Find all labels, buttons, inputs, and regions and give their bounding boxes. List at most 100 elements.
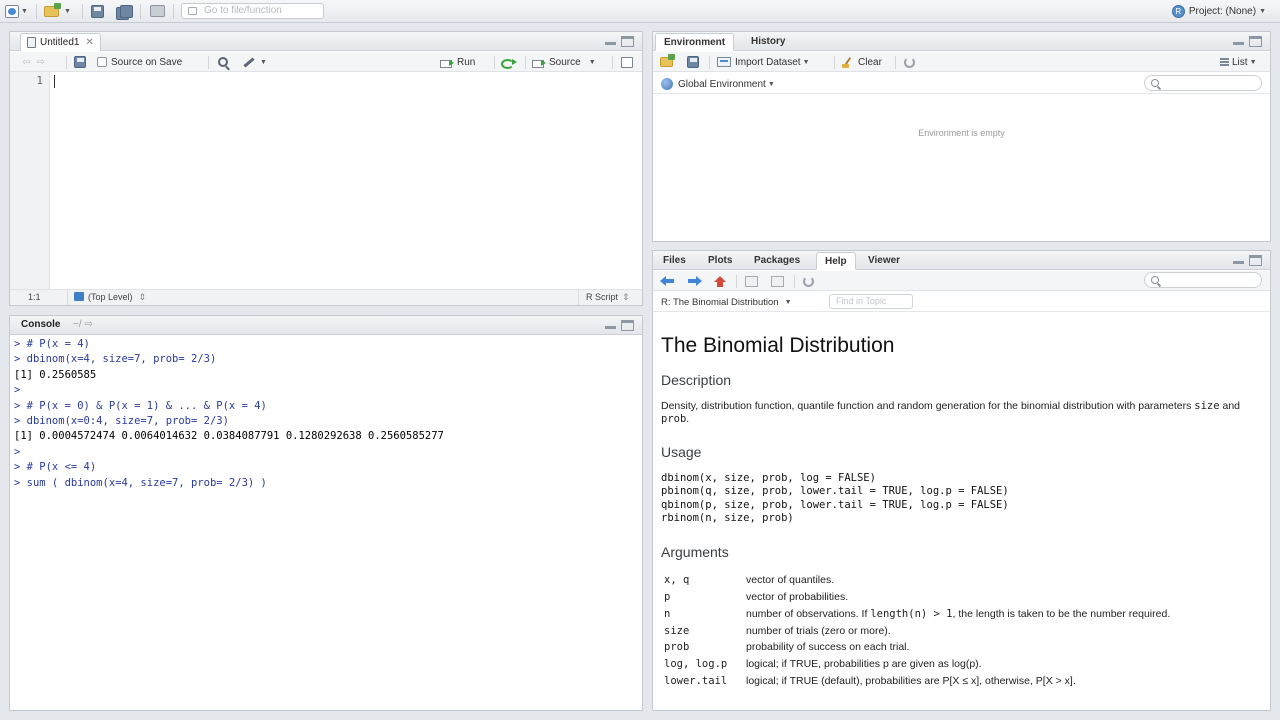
argument-row: x, q vector of quantiles. [661, 574, 1170, 591]
source-label: Source [549, 56, 581, 68]
list-icon [1220, 58, 1229, 66]
project-label: Project: (None) [1188, 5, 1257, 17]
cursor-position: 1:1 [28, 292, 41, 302]
tab-help[interactable]: Help [816, 252, 856, 270]
tab-files[interactable]: Files [655, 252, 694, 270]
argument-desc: vector of probabilities. [746, 590, 849, 603]
toolbar-divider [66, 56, 67, 69]
back-forward-buttons[interactable]: ⇦ ⇨ [22, 55, 45, 69]
tab-history[interactable]: History [743, 33, 793, 51]
refresh-help-button[interactable] [803, 274, 814, 288]
tab-environment[interactable]: Environment [655, 33, 735, 51]
scope-label: (Top Level) [88, 292, 133, 302]
open-file-button[interactable]: ▼ [44, 2, 71, 19]
save-workspace-button[interactable] [687, 55, 699, 69]
help-search-input[interactable] [1144, 272, 1262, 288]
minimize-pane-button[interactable] [604, 36, 617, 46]
working-dir-label: ~/ [73, 319, 82, 330]
source-on-save-checkbox[interactable]: Source on Save [97, 55, 182, 69]
toolbar-divider [208, 56, 209, 69]
argument-desc-part: , the length is taken to be the number r… [952, 607, 1171, 620]
project-icon: R [1171, 4, 1185, 18]
maximize-pane-button[interactable] [1249, 36, 1262, 47]
refresh-button[interactable] [904, 55, 915, 69]
source-icon [532, 58, 546, 68]
console-pane: Console ~/ ⇨ > # P(x = 4) > dbinom(x=4, s… [9, 315, 643, 711]
editor-status-bar: 1:1 (Top Level) ⇕ R Script ⇕ [10, 289, 642, 305]
search-icon [1151, 79, 1159, 87]
run-button[interactable]: Run [440, 55, 475, 69]
code-tools-button[interactable]: ▼ [243, 55, 267, 69]
project-menu[interactable]: R Project: (None) ▼ [1171, 3, 1266, 19]
rerun-button[interactable] [501, 55, 517, 69]
description-heading: Description [661, 372, 732, 388]
find-replace-button[interactable] [218, 55, 228, 69]
environment-search-input[interactable] [1144, 75, 1262, 91]
view-mode-button[interactable]: List ▼ [1220, 55, 1257, 69]
argument-desc: probability of success on each trial. [746, 641, 910, 654]
maximize-pane-button[interactable] [621, 36, 634, 47]
goto-file-function-input[interactable]: Go to file/function [181, 3, 324, 19]
file-type-label: R Script [586, 292, 619, 302]
save-button[interactable] [91, 3, 104, 19]
console-output[interactable]: > # P(x = 4) > dbinom(x=4, size=7, prob= … [14, 337, 638, 710]
argument-row: prob probability of success on each trial… [661, 641, 1170, 658]
back-arrow-icon: ⇦ [22, 56, 31, 68]
source-toolbar: ⇦ ⇨ Source on Save ▼ Run Source ▼ [10, 52, 642, 72]
help-topic-dropdown[interactable]: R: The Binomial Distribution ▼ [661, 295, 792, 309]
minimize-pane-button[interactable] [1232, 255, 1245, 265]
tab-untitled1[interactable]: Untitled1 ✕ [20, 33, 101, 51]
new-file-icon [5, 4, 19, 18]
save-all-icon [116, 4, 133, 20]
console-input-line: > # P(x = 4) [14, 338, 90, 350]
load-workspace-button[interactable] [660, 54, 675, 69]
globe-icon [661, 78, 673, 90]
maximize-pane-button[interactable] [1249, 255, 1262, 266]
console-input-line: > # P(x <= 4) [14, 461, 97, 474]
line-number: 1 [36, 74, 43, 87]
help-home-button[interactable] [714, 274, 726, 288]
minimize-pane-button[interactable] [1232, 36, 1245, 46]
help-back-button[interactable] [660, 274, 675, 288]
console-input-line: > # P(x = 0) & P(x = 1) & ... & P(x = 4) [14, 399, 267, 412]
new-file-button[interactable]: ▼ [5, 3, 28, 19]
source-on-save-label: Source on Save [111, 56, 183, 68]
print-help-button[interactable] [745, 274, 758, 288]
print-button[interactable] [150, 3, 165, 19]
code-editor[interactable]: 1 [10, 72, 642, 289]
console-working-dir: ~/ ⇨ [73, 319, 93, 330]
updown-icon: ⇕ [622, 292, 630, 302]
help-forward-button[interactable] [687, 274, 702, 288]
console-input-line: > sum ( dbinom(x=4, size=7, prob= 2/3) ) [14, 476, 267, 489]
argument-desc: number of trials (zero or more). [746, 624, 891, 637]
description-text: Density, distribution function, quantile… [661, 400, 1270, 426]
maximize-pane-button[interactable] [621, 320, 634, 331]
help-title: The Binomial Distribution [661, 334, 895, 357]
environment-scope-dropdown[interactable]: Global Environment ▼ [661, 77, 775, 91]
toolbar-divider [36, 4, 37, 19]
toolbar-divider [82, 4, 83, 19]
new-window-icon [771, 275, 784, 287]
line-number-gutter: 1 [10, 72, 50, 289]
scope-selector[interactable]: (Top Level) ⇕ [74, 292, 146, 303]
environment-toolbar: Import Dataset ▼ Clear List ▼ [653, 52, 1270, 72]
file-type-selector[interactable]: R Script ⇕ [586, 292, 630, 303]
source-button[interactable]: Source ▼ [532, 55, 596, 69]
import-dataset-button[interactable]: Import Dataset ▼ [717, 55, 810, 69]
close-icon[interactable]: ✕ [85, 34, 93, 51]
minimize-pane-button[interactable] [604, 320, 617, 330]
save-all-button[interactable] [116, 3, 133, 20]
open-in-window-button[interactable] [771, 274, 784, 288]
find-in-topic-input[interactable]: Find in Topic [829, 294, 913, 309]
checkbox-icon [97, 57, 107, 67]
clear-workspace-button[interactable]: Clear [842, 55, 882, 69]
magic-wand-icon [243, 56, 255, 68]
document-outline-button[interactable] [621, 55, 633, 69]
argument-desc: logical; if TRUE (default), probabilitie… [746, 674, 1076, 687]
tab-viewer[interactable]: Viewer [860, 252, 908, 270]
save-file-button[interactable] [74, 55, 86, 69]
toolbar-divider [612, 56, 613, 69]
go-to-dir-icon[interactable]: ⇨ [84, 319, 92, 330]
tab-plots[interactable]: Plots [700, 252, 740, 270]
tab-packages[interactable]: Packages [746, 252, 808, 270]
